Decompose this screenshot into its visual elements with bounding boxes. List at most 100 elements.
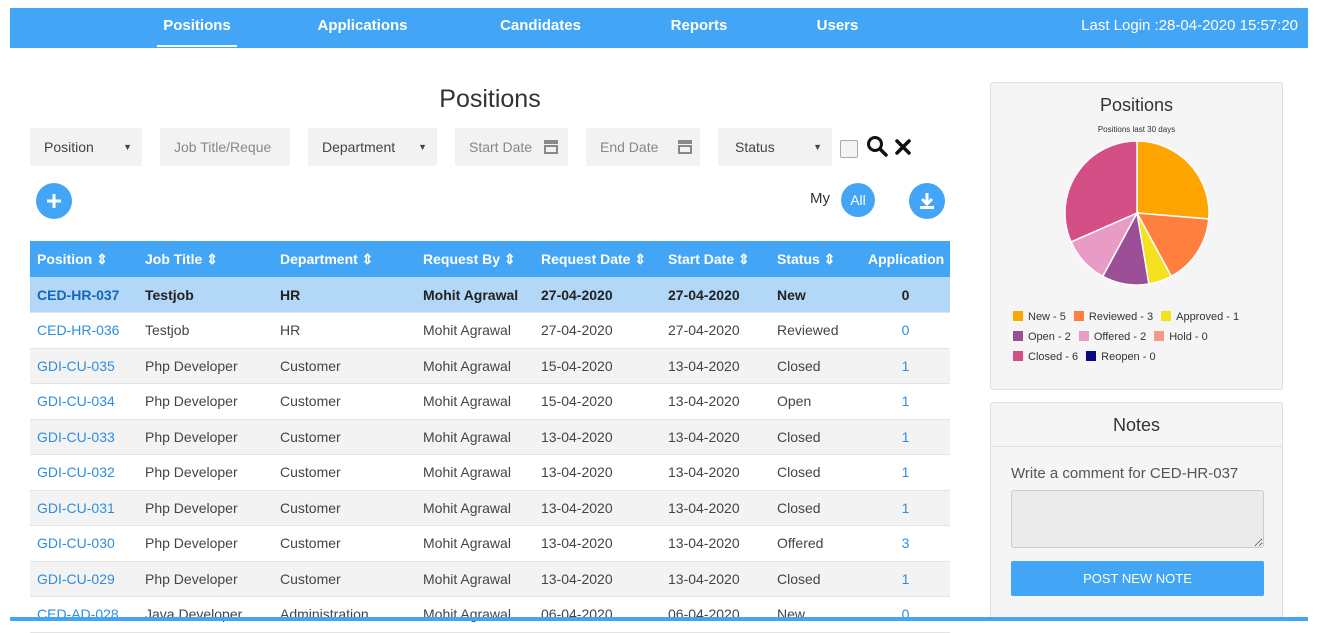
col-header-application[interactable]: Application — [861, 241, 950, 277]
job-title-input[interactable]: Job Title/Reque — [160, 128, 290, 166]
cell-department: Customer — [273, 454, 416, 491]
legend-item-new[interactable]: New - 5 — [1013, 311, 1066, 323]
cell-position[interactable]: GDI-CU-033 — [30, 419, 138, 455]
cell-application[interactable]: 1 — [861, 454, 950, 491]
table-row[interactable]: GDI-CU-029 Php Developer Customer Mohit Agr… — [30, 561, 950, 597]
cell-job-title: Php Developer — [138, 383, 273, 420]
table-row[interactable]: GDI-CU-034 Php Developer Customer Mohit Agr… — [30, 383, 950, 420]
col-header-position[interactable]: Position ⇕ — [30, 241, 138, 277]
cell-start-date: 13-04-2020 — [661, 348, 770, 384]
cell-application[interactable]: 3 — [861, 525, 950, 562]
search-icon[interactable] — [865, 134, 891, 160]
legend-item-reviewed[interactable]: Reviewed - 3 — [1073, 311, 1153, 323]
notes-divider — [991, 446, 1282, 447]
table-row[interactable]: GDI-CU-033 Php Developer Customer Mohit Agr… — [30, 419, 950, 455]
department-select-label: Department — [322, 139, 396, 155]
pie-slice-new[interactable] — [1136, 140, 1210, 220]
nav-candidates[interactable]: Candidates — [493, 8, 588, 48]
cell-position[interactable]: GDI-CU-030 — [30, 525, 138, 562]
table-header-row: Position ⇕ Job Title ⇕ Department ⇕ Requ… — [30, 241, 950, 277]
col-header-start-date[interactable]: Start Date ⇕ — [661, 241, 770, 277]
department-select[interactable]: Department ▼ — [308, 128, 437, 166]
nav-applications[interactable]: Applications — [310, 8, 415, 48]
start-date-input[interactable]: Start Date — [455, 128, 568, 166]
cell-department: Customer — [273, 525, 416, 562]
legend-item-approved[interactable]: Approved - 1 — [1161, 311, 1239, 323]
cell-application[interactable]: 0 — [861, 277, 950, 313]
post-new-note-button[interactable]: POST NEW NOTE — [1011, 561, 1264, 596]
comment-textarea[interactable] — [1011, 490, 1264, 548]
cell-position[interactable]: CED-AD-028 — [30, 596, 138, 633]
nav-reports[interactable]: Reports — [664, 8, 734, 48]
status-select-label: Status — [735, 139, 775, 155]
legend-swatch — [1161, 311, 1172, 321]
col-header-job-title[interactable]: Job Title ⇕ — [138, 241, 273, 277]
legend-label: Open - 2 — [1028, 331, 1071, 343]
nav-users[interactable]: Users — [810, 8, 865, 48]
cell-job-title: Java Developer — [138, 596, 273, 633]
end-date-input[interactable]: End Date — [586, 128, 700, 166]
col-header-status[interactable]: Status ⇕ — [770, 241, 861, 277]
col-header-request-by[interactable]: Request By ⇕ — [416, 241, 534, 277]
cell-job-title: Php Developer — [138, 419, 273, 455]
bottom-accent-line — [10, 617, 1308, 621]
cell-department: HR — [273, 277, 416, 313]
cell-request-by: Mohit Agrawal — [416, 348, 534, 384]
table-row[interactable]: GDI-CU-030 Php Developer Customer Mohit Agr… — [30, 525, 950, 562]
position-select[interactable]: Position ▼ — [30, 128, 142, 166]
calendar-icon — [678, 140, 692, 154]
cell-request-by: Mohit Agrawal — [416, 419, 534, 455]
cell-position[interactable]: CED-HR-037 — [30, 277, 138, 313]
top-nav-bar: Positions Applications Candidates Report… — [10, 8, 1308, 48]
cell-application[interactable]: 1 — [861, 383, 950, 420]
col-header-request-date[interactable]: Request Date ⇕ — [534, 241, 661, 277]
legend-item-reopen[interactable]: Reopen - 0 — [1086, 351, 1156, 363]
table-row[interactable]: CED-HR-037 Testjob HR Mohit Agrawal 27-04-20… — [30, 277, 950, 313]
cell-position[interactable]: CED-HR-036 — [30, 312, 138, 349]
cell-position[interactable]: GDI-CU-035 — [30, 348, 138, 384]
cell-application[interactable]: 0 — [861, 312, 950, 349]
cell-start-date: 13-04-2020 — [661, 419, 770, 455]
table-row[interactable]: GDI-CU-035 Php Developer Customer Mohit Agr… — [30, 348, 950, 384]
filter-checkbox[interactable] — [840, 140, 858, 158]
cell-status: Closed — [770, 561, 861, 597]
cell-position[interactable]: GDI-CU-034 — [30, 383, 138, 420]
legend-item-open[interactable]: Open - 2 — [1013, 331, 1071, 343]
table-row[interactable]: CED-AD-028 Java Developer Administration Mo… — [30, 596, 950, 633]
nav-positions[interactable]: Positions — [157, 8, 237, 48]
table-row[interactable]: GDI-CU-031 Php Developer Customer Mohit Agr… — [30, 490, 950, 526]
legend-item-hold[interactable]: Hold - 0 — [1154, 331, 1208, 343]
legend-swatch — [1086, 351, 1097, 361]
legend-row: New - 5 Reviewed - 3 Approved - 1 — [1013, 311, 1247, 323]
my-filter-label[interactable]: My — [810, 190, 830, 207]
cell-start-date: 13-04-2020 — [661, 490, 770, 526]
cell-request-date: 13-04-2020 — [534, 490, 661, 526]
table-row[interactable]: CED-HR-036 Testjob HR Mohit Agrawal 27-04-20… — [30, 312, 950, 349]
col-header-department[interactable]: Department ⇕ — [273, 241, 416, 277]
legend-swatch — [1013, 311, 1023, 321]
legend-label: Reopen - 0 — [1101, 351, 1156, 363]
download-button[interactable] — [909, 183, 945, 219]
cell-start-date: 13-04-2020 — [661, 383, 770, 420]
cell-application[interactable]: 1 — [861, 490, 950, 526]
cell-request-by: Mohit Agrawal — [416, 312, 534, 349]
cell-application[interactable]: 0 — [861, 596, 950, 633]
status-select[interactable]: Status ▼ — [718, 128, 832, 166]
cell-position[interactable]: GDI-CU-032 — [30, 454, 138, 491]
cell-start-date: 13-04-2020 — [661, 525, 770, 562]
cell-application[interactable]: 1 — [861, 348, 950, 384]
cell-request-by: Mohit Agrawal — [416, 277, 534, 313]
cell-application[interactable]: 1 — [861, 561, 950, 597]
add-position-button[interactable] — [36, 183, 72, 219]
calendar-icon — [544, 140, 558, 154]
last-login-text: Last Login :28-04-2020 15:57:20 — [1081, 17, 1298, 34]
legend-item-closed[interactable]: Closed - 6 — [1013, 351, 1078, 363]
all-filter-button[interactable]: All — [841, 183, 875, 217]
cell-position[interactable]: GDI-CU-029 — [30, 561, 138, 597]
legend-item-offered[interactable]: Offered - 2 — [1078, 331, 1146, 343]
table-row[interactable]: GDI-CU-032 Php Developer Customer Mohit Agr… — [30, 454, 950, 491]
clear-filter-icon[interactable] — [893, 134, 919, 160]
cell-request-date: 15-04-2020 — [534, 348, 661, 384]
cell-application[interactable]: 1 — [861, 419, 950, 455]
cell-position[interactable]: GDI-CU-031 — [30, 490, 138, 526]
